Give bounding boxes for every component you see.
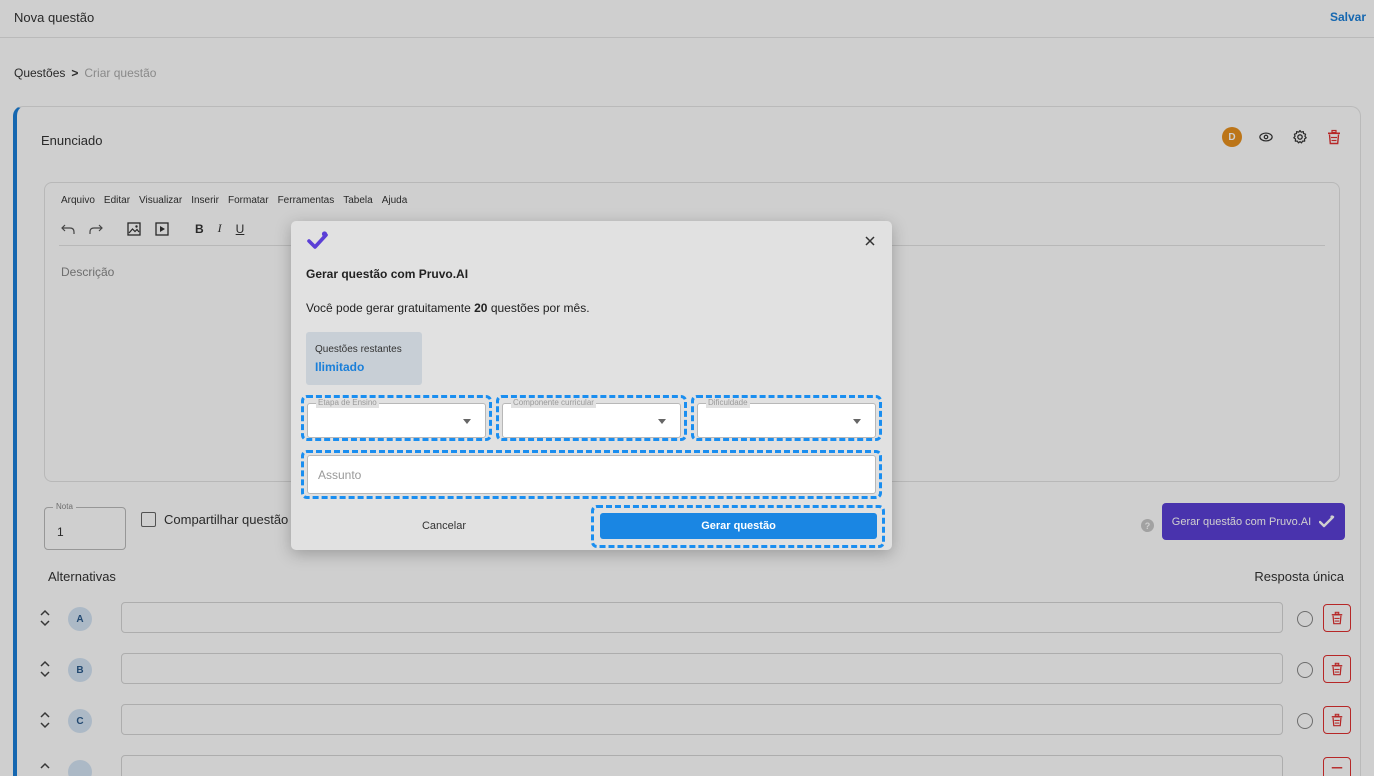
cancel-button[interactable]: Cancelar — [399, 515, 489, 537]
chevron-down-icon — [853, 419, 861, 424]
remaining-value: Ilimitado — [315, 360, 365, 374]
dificuldade-select[interactable]: Dificuldade — [697, 398, 876, 438]
modal-title: Gerar questão com Pruvo.AI — [306, 267, 469, 281]
generate-question-button[interactable]: Gerar questão — [600, 513, 877, 539]
modal-description: Você pode gerar gratuitamente 20 questõe… — [306, 301, 590, 315]
etapa-select[interactable]: Etapa de Ensino — [307, 398, 486, 438]
modal-description-prefix: Você pode gerar gratuitamente — [306, 301, 475, 315]
dificuldade-label: Dificuldade — [706, 398, 750, 408]
chevron-down-icon — [463, 419, 471, 424]
ai-question-modal: Gerar questão com Pruvo.AI Você pode ger… — [291, 221, 892, 550]
monthly-limit-count: 20 — [474, 301, 488, 315]
componente-select[interactable]: Componente curricular — [502, 398, 681, 438]
componente-label: Componente curricular — [511, 398, 596, 408]
modal-description-suffix: questões por mês. — [487, 301, 590, 315]
close-icon[interactable] — [862, 233, 878, 249]
remaining-questions-box: Questões restantes Ilimitado — [306, 332, 422, 385]
pruvo-logo-icon — [307, 231, 328, 249]
chevron-down-icon — [658, 419, 666, 424]
etapa-label: Etapa de Ensino — [316, 398, 379, 408]
remaining-label: Questões restantes — [315, 344, 402, 355]
assunto-input[interactable] — [307, 455, 876, 494]
